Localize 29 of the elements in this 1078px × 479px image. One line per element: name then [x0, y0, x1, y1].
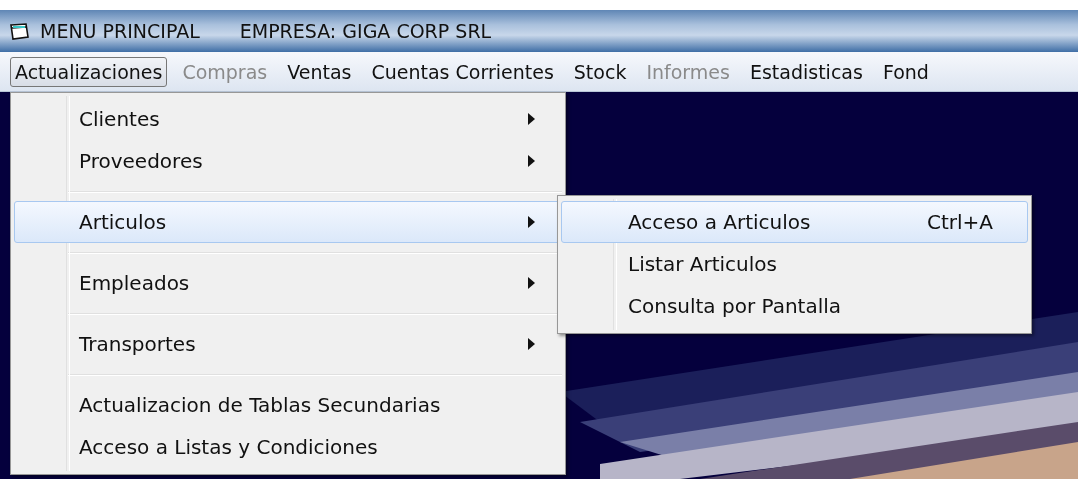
- menu-entry[interactable]: Listar Articulos: [561, 243, 1028, 285]
- menu-entry[interactable]: Acceso a Listas y Condiciones: [14, 426, 562, 468]
- menu-entry[interactable]: Proveedores: [14, 140, 562, 182]
- menu-entry[interactable]: Actualizacion de Tablas Secundarias: [14, 384, 562, 426]
- company-name: EMPRESA: GIGA CORP SRL: [239, 20, 492, 42]
- entry-label: Articulos: [79, 210, 168, 234]
- menu-entry[interactable]: Consulta por Pantalla: [561, 285, 1028, 327]
- menu-entry[interactable]: Empleados: [14, 262, 562, 304]
- entry-label: Clientes: [79, 107, 161, 131]
- window-icon: [10, 22, 30, 40]
- menu-item[interactable]: Fond: [877, 56, 934, 87]
- menu-item[interactable]: Stock: [568, 56, 632, 87]
- entry-label: Consulta por Pantalla: [628, 294, 843, 318]
- menu-entry[interactable]: Acceso a Articulos Ctrl+A: [561, 201, 1028, 243]
- menu-entry[interactable]: Clientes: [14, 98, 562, 140]
- menu-item[interactable]: Estadisticas: [744, 56, 868, 87]
- entry-label: Empleados: [79, 271, 191, 295]
- entry-label: Acceso a Listas y Condiciones: [79, 435, 379, 459]
- entry-label: Proveedores: [79, 149, 204, 173]
- menu-item[interactable]: Ventas: [282, 56, 357, 87]
- window-title: MENU PRINCIPAL: [40, 20, 200, 42]
- menu-item[interactable]: Cuentas Corrientes: [366, 56, 559, 87]
- shortcut-text: Ctrl+A: [926, 210, 993, 234]
- entry-label: Transportes: [79, 332, 197, 356]
- entry-label: Acceso a Articulos: [628, 210, 812, 234]
- menu-item[interactable]: Actualizaciones: [10, 56, 168, 87]
- entry-label: Actualizacion de Tablas Secundarias: [79, 393, 442, 417]
- menu-entry[interactable]: Transportes: [14, 323, 562, 365]
- entry-label: Listar Articulos: [628, 252, 778, 276]
